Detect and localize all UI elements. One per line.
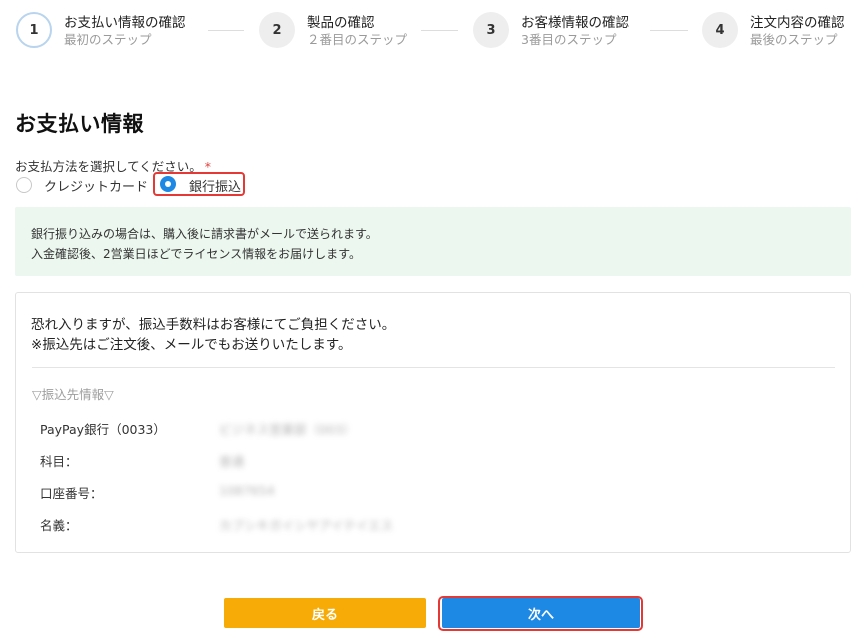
step-2-subtitle: ２番目のステップ — [307, 32, 408, 47]
step-2-number: 2 — [259, 12, 295, 48]
step-3-title: お客様情報の確認 — [521, 15, 629, 31]
step-4-subtitle: 最後のステップ — [750, 32, 838, 47]
credit-card-radio[interactable] — [16, 177, 32, 193]
step-connector — [421, 30, 458, 31]
email-notice: ※振込先はご注文後、メールでもお送りいたします。 — [31, 337, 352, 353]
step-connector — [650, 30, 688, 31]
step-4-number: 4 — [702, 12, 738, 48]
step-1-subtitle: 最初のステップ — [64, 32, 152, 47]
bank-branch-value: ビジネス営業部（003） — [219, 422, 356, 437]
step-1-number: 1 — [16, 12, 52, 48]
account-number-value: 1087654 — [219, 483, 275, 498]
next-button[interactable]: 次へ — [442, 598, 640, 628]
account-number-label: 口座番号： — [40, 486, 103, 501]
step-connector — [208, 30, 244, 31]
bank-name-label: PayPay銀行（0033） — [40, 422, 166, 437]
bank-transfer-notice: 銀行振り込みの場合は、購入後に請求書がメールで送られます。 入金確認後、2営業日… — [15, 207, 851, 276]
bank-transfer-label[interactable]: 銀行振込 — [189, 176, 241, 195]
notice-line-2: 入金確認後、2営業日ほどでライセンス情報をお届けします。 — [31, 247, 361, 261]
account-type-label: 科目： — [40, 454, 78, 469]
notice-line-1: 銀行振り込みの場合は、購入後に請求書がメールで送られます。 — [31, 227, 378, 241]
page-title: お支払い情報 — [15, 112, 144, 136]
transfer-details-card: 恐れ入りますが、振込手数料はお客様にてご負担ください。 ※振込先はご注文後、メー… — [15, 292, 851, 553]
back-button[interactable]: 戻る — [224, 598, 426, 628]
account-holder-value: カブシキガイシヤアイテイエス — [219, 518, 394, 533]
step-2-title: 製品の確認 — [307, 15, 375, 31]
account-type-value: 普通 — [219, 454, 245, 469]
step-3-number: 3 — [473, 12, 509, 48]
step-1-title: お支払い情報の確認 — [64, 15, 186, 31]
bank-transfer-radio[interactable] — [160, 176, 176, 192]
account-holder-label: 名義： — [40, 518, 78, 533]
card-divider — [32, 367, 835, 368]
step-3-subtitle: 3番目のステップ — [521, 32, 617, 47]
step-4-title: 注文内容の確認 — [750, 15, 845, 31]
fee-notice: 恐れ入りますが、振込手数料はお客様にてご負担ください。 — [31, 317, 396, 333]
bank-info-heading: ▽振込先情報▽ — [32, 387, 114, 402]
checkout-stepper: 1 お支払い情報の確認 最初のステップ 2 製品の確認 ２番目のステップ 3 お… — [0, 0, 868, 60]
credit-card-label[interactable]: クレジットカード — [44, 176, 148, 195]
